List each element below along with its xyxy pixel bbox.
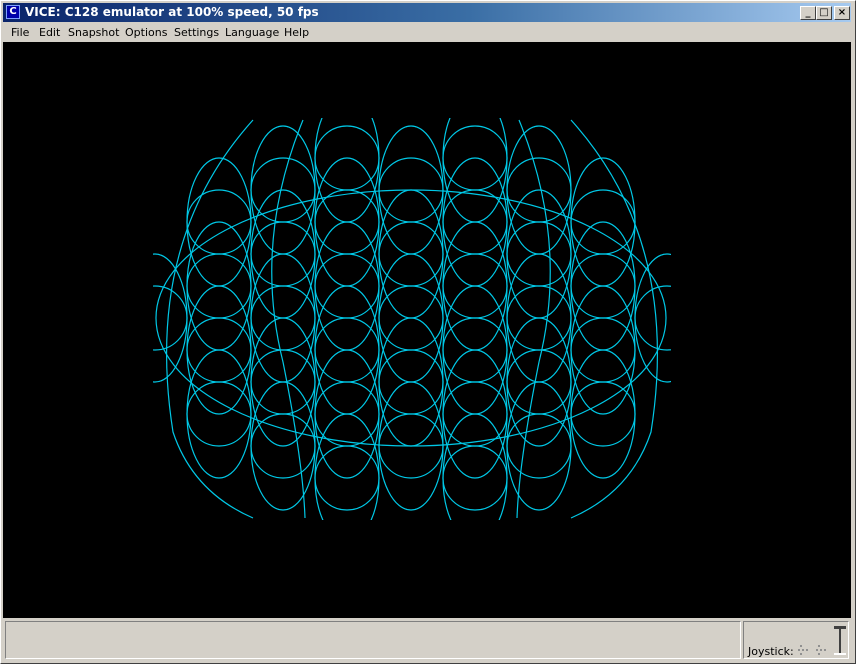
menu-language[interactable]: Language <box>225 26 279 39</box>
vice-window: C VICE: C128 emulator at 100% speed, 50 … <box>0 0 856 664</box>
status-bar: Joystick: <box>3 620 851 661</box>
joystick-panel: Joystick: <box>743 621 849 659</box>
pattern-circle <box>634 285 671 351</box>
menu-bar: File Edit Snapshot Options Settings Lang… <box>3 23 851 42</box>
pattern-arc <box>570 119 659 519</box>
window-title: VICE: C128 emulator at 100% speed, 50 fp… <box>25 5 319 19</box>
joystick-icon[interactable] <box>833 623 847 657</box>
emulator-screen[interactable] <box>3 42 851 618</box>
menu-help[interactable]: Help <box>284 26 309 39</box>
maximize-button[interactable]: □ <box>816 6 832 20</box>
menu-options[interactable]: Options <box>125 26 167 39</box>
pattern-ellipse <box>153 253 188 383</box>
joystick-status-icon <box>798 645 826 655</box>
menu-settings[interactable]: Settings <box>174 26 219 39</box>
joystick-label: Joystick: <box>748 645 794 658</box>
status-message-panel <box>5 621 741 659</box>
overlapping-circles-pattern <box>153 118 671 520</box>
menu-snapshot[interactable]: Snapshot <box>68 26 119 39</box>
minimize-button[interactable]: _ <box>800 6 816 20</box>
title-bar[interactable]: C VICE: C128 emulator at 100% speed, 50 … <box>3 3 851 22</box>
close-button[interactable]: × <box>834 6 850 20</box>
menu-file[interactable]: File <box>11 26 29 39</box>
pattern-circle <box>153 285 188 351</box>
pattern-ellipse <box>634 253 671 383</box>
menu-edit[interactable]: Edit <box>39 26 60 39</box>
vice-app-icon[interactable]: C <box>6 5 20 19</box>
